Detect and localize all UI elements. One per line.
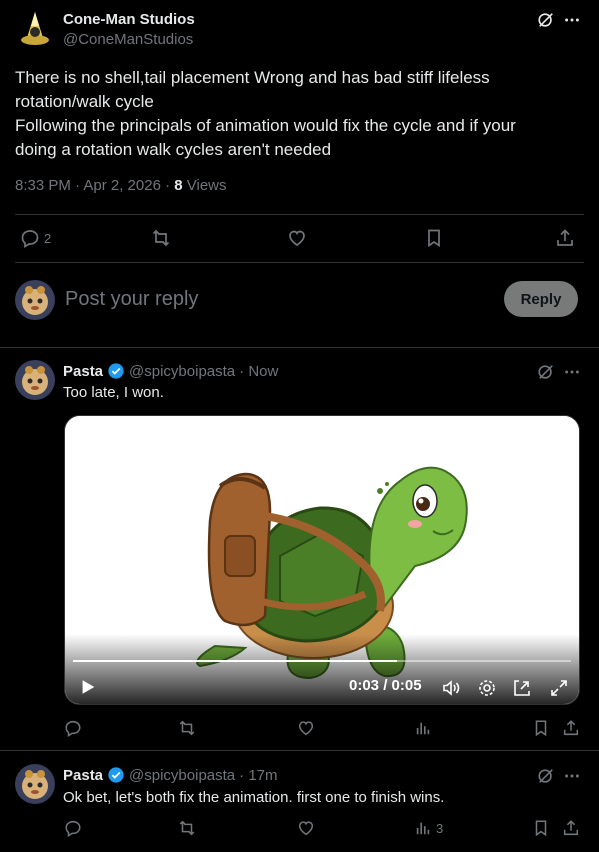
like-action[interactable] — [287, 228, 307, 248]
repost-icon — [151, 228, 171, 248]
reply-author-avatar[interactable] — [15, 360, 55, 400]
post-timestamp[interactable]: 8:33 PM · Apr 2, 2026 · — [15, 177, 174, 194]
bookmark-icon — [532, 819, 550, 837]
post-metadata: 8:33 PM · Apr 2, 2026 · 8 Views — [15, 177, 227, 194]
original-author-handle[interactable]: @ConeManStudios — [63, 31, 193, 48]
views-count: 8 — [174, 177, 183, 194]
reply-time[interactable]: · Now — [239, 363, 278, 380]
divider — [15, 214, 584, 215]
share-icon — [562, 819, 580, 837]
original-post-text: There is no shell,tail placement Wrong a… — [15, 66, 575, 162]
like-action[interactable] — [297, 719, 315, 737]
pip-icon[interactable] — [512, 678, 532, 698]
reply-count: 2 — [44, 230, 52, 246]
post-text-line: doing a rotation walk cycles aren't need… — [15, 140, 332, 159]
verified-badge-icon — [107, 362, 125, 380]
video-progress-fill — [73, 660, 397, 662]
reply-author-name[interactable]: Pasta — [63, 363, 103, 380]
share-icon — [555, 228, 575, 248]
repost-action[interactable] — [178, 719, 196, 737]
reply-header: Pasta @spicyboipasta · 17m — [63, 766, 278, 784]
repost-icon — [178, 719, 196, 737]
reply-time[interactable]: · 17m — [239, 767, 277, 784]
settings-gear-icon[interactable] — [477, 678, 497, 698]
divider — [15, 262, 584, 263]
video-progress-bar[interactable] — [73, 660, 571, 662]
video-controls: 0:03 / 0:05 — [65, 634, 579, 704]
bookmark-action[interactable] — [424, 228, 444, 248]
reply-icon — [20, 228, 40, 248]
reply-action[interactable]: 2 — [20, 228, 51, 248]
post-text-line: There is no shell,tail placement Wrong a… — [15, 68, 490, 87]
reply-text: Ok bet, let's both fix the animation. fi… — [63, 789, 445, 806]
analytics-icon — [414, 719, 432, 737]
reply-icon — [64, 719, 82, 737]
bookmark-icon — [424, 228, 444, 248]
share-action[interactable] — [562, 719, 580, 737]
share-action[interactable] — [562, 819, 580, 837]
views-action[interactable] — [414, 719, 436, 737]
share-icon — [562, 719, 580, 737]
post-text-line: rotation/walk cycle — [15, 92, 154, 111]
heart-icon — [297, 819, 315, 837]
reply-input[interactable]: Post your reply — [65, 288, 198, 311]
reply-action[interactable] — [64, 719, 82, 737]
reply-author-handle[interactable]: @spicyboipasta — [129, 363, 235, 380]
reply-author-handle[interactable]: @spicyboipasta — [129, 767, 235, 784]
reply-button[interactable]: Reply — [504, 281, 578, 317]
video-time: 0:03 / 0:05 — [349, 677, 422, 694]
post-text-line: Following the principals of animation wo… — [15, 116, 516, 135]
reply-text: Too late, I won. — [63, 384, 164, 401]
bookmark-action[interactable] — [532, 819, 550, 837]
views-count: 3 — [436, 820, 444, 836]
fullscreen-icon[interactable] — [549, 678, 569, 698]
reply-author-avatar[interactable] — [15, 764, 55, 804]
grok-icon[interactable] — [536, 362, 556, 382]
like-action[interactable] — [297, 819, 315, 837]
repost-icon — [178, 819, 196, 837]
bookmark-action[interactable] — [532, 719, 550, 737]
grok-icon[interactable] — [536, 766, 556, 786]
share-action[interactable] — [555, 228, 575, 248]
reply-author-name[interactable]: Pasta — [63, 767, 103, 784]
heart-icon — [297, 719, 315, 737]
more-dots-icon[interactable] — [562, 10, 582, 30]
heart-icon — [287, 228, 307, 248]
bookmark-icon — [532, 719, 550, 737]
original-author-name[interactable]: Cone-Man Studios — [63, 11, 195, 28]
volume-icon[interactable] — [441, 678, 461, 698]
more-dots-icon[interactable] — [562, 766, 582, 786]
grok-icon[interactable] — [536, 10, 556, 30]
reply-action[interactable] — [64, 819, 82, 837]
views-action[interactable]: 3 — [414, 819, 443, 837]
video-player[interactable]: 0:03 / 0:05 — [64, 415, 580, 705]
user-avatar[interactable] — [15, 280, 55, 320]
divider — [0, 750, 599, 751]
more-dots-icon[interactable] — [562, 362, 582, 382]
reply-header: Pasta @spicyboipasta · Now — [63, 362, 278, 380]
repost-action[interactable] — [178, 819, 196, 837]
analytics-icon — [414, 819, 432, 837]
verified-badge-icon — [107, 766, 125, 784]
views-label: Views — [182, 177, 227, 194]
reply-icon — [64, 819, 82, 837]
divider — [0, 347, 599, 348]
repost-action[interactable] — [151, 228, 171, 248]
cone-man-avatar[interactable] — [15, 8, 55, 48]
play-icon[interactable] — [79, 678, 97, 696]
